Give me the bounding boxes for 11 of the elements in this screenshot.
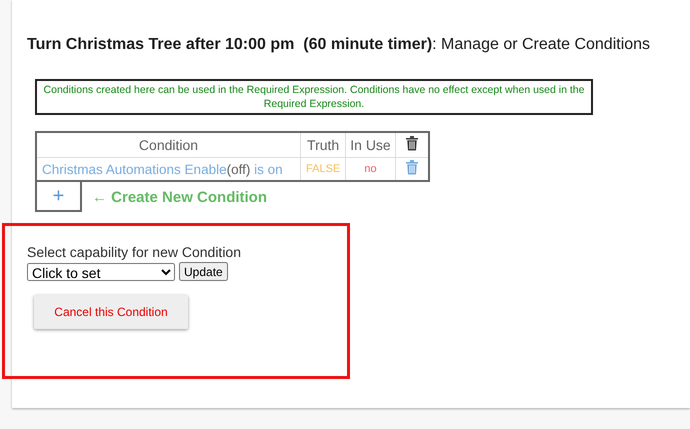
column-header: Truth [300,132,346,158]
page-title: Turn Christmas Tree after 10:00 pm (60 minute timer): Manage or Create Conditions [27,36,652,54]
capability-label: Select capability for new Condition [27,244,242,260]
cancel-button[interactable]: Cancel this Condition [34,295,188,329]
column-header: Condition [36,132,300,158]
update-button[interactable]: Update [179,262,228,281]
trash-icon[interactable] [406,136,418,151]
capability-select[interactable]: Click to set [27,262,175,280]
column-header: In Use [346,132,396,158]
info-note: Conditions created here can be used in the Required Expression. Conditions have no effect except when used in the Required Expression. [35,79,593,115]
add-button[interactable]: + [35,182,82,212]
